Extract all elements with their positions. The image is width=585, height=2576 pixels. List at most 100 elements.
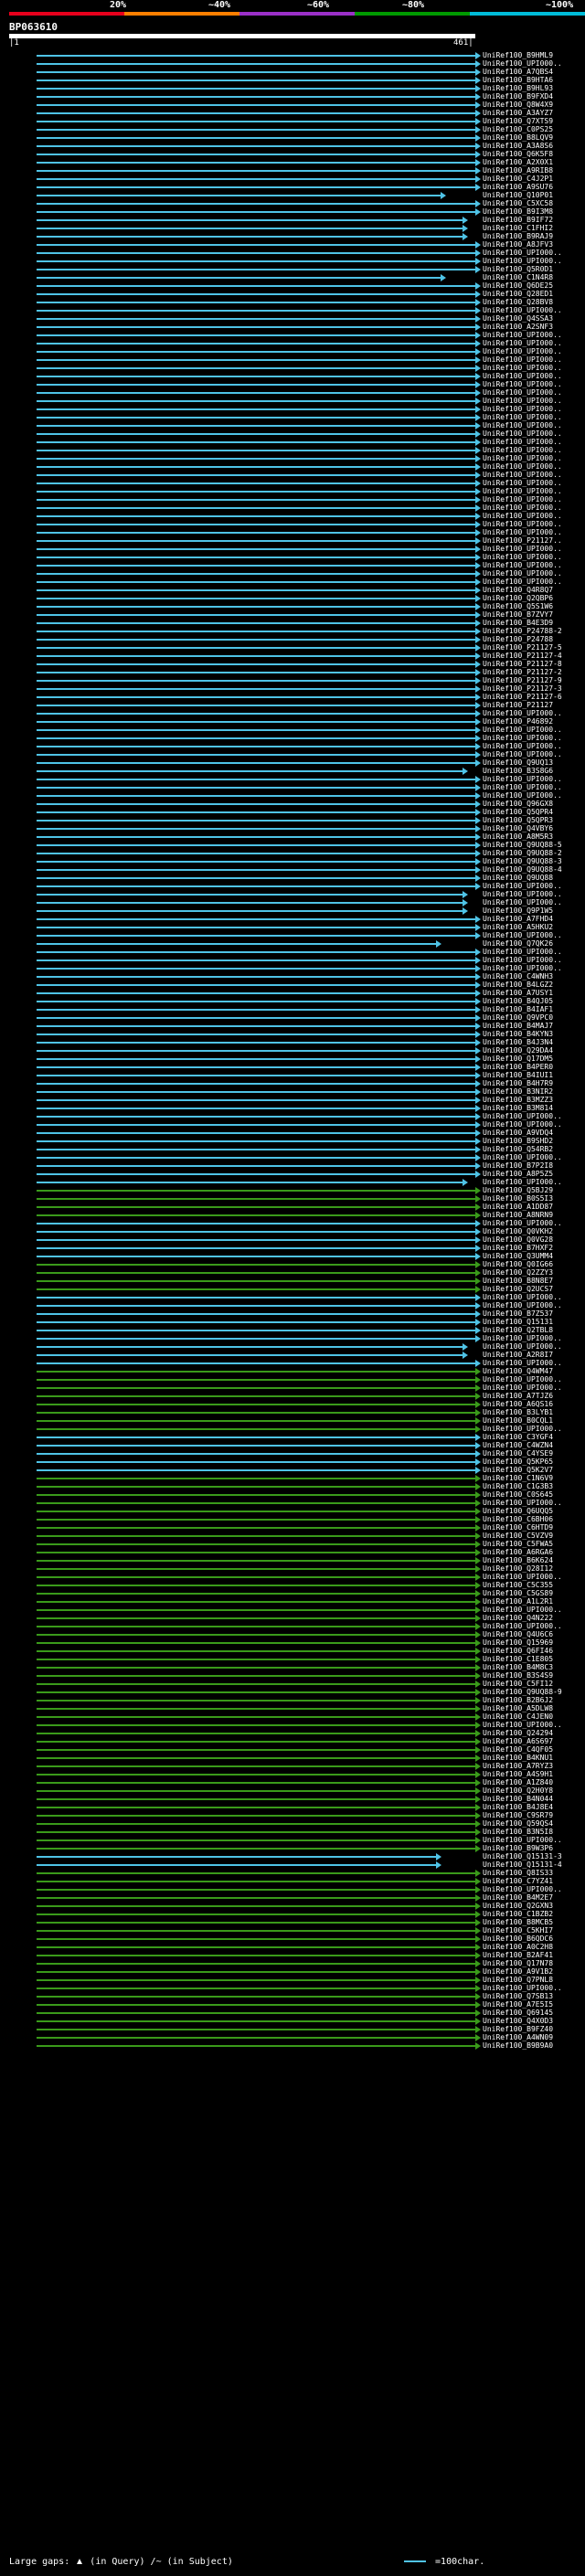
hit-row[interactable]: UniRef100_UPI000.. [0, 561, 585, 569]
hit-line[interactable] [37, 1338, 475, 1340]
hit-row[interactable]: UniRef100_C1N6V9 [0, 1474, 585, 1482]
hit-row[interactable]: UniRef100_Q4X0D3 [0, 2017, 585, 2025]
hit-row[interactable]: UniRef100_UPI000.. [0, 750, 585, 758]
hit-line[interactable] [37, 1157, 475, 1159]
hit-line[interactable] [37, 524, 475, 525]
hit-label[interactable]: UniRef100_Q5R0D1 [483, 265, 585, 273]
hit-label[interactable]: UniRef100_P21127 [483, 701, 585, 709]
hit-row[interactable]: UniRef100_Q6FI46 [0, 1647, 585, 1655]
hit-row[interactable]: UniRef100_B9B9A0 [0, 2041, 585, 2050]
hit-label[interactable]: UniRef100_B2B6J2 [483, 1696, 585, 1704]
hit-line[interactable] [37, 713, 475, 715]
hit-line[interactable] [37, 811, 475, 813]
hit-line[interactable] [37, 1239, 475, 1241]
hit-row[interactable]: UniRef100_B3M814 [0, 1104, 585, 1112]
hit-row[interactable]: UniRef100_UPI000.. [0, 578, 585, 586]
hit-label[interactable]: UniRef100_B4IAF1 [483, 1005, 585, 1013]
hit-row[interactable]: UniRef100_Q9UQ88-9 [0, 1688, 585, 1696]
hit-line[interactable] [37, 458, 475, 460]
hit-line[interactable] [37, 310, 475, 312]
hit-row[interactable]: UniRef100_Q5BJ29 [0, 1186, 585, 1194]
hit-row[interactable]: UniRef100_Q96GX8 [0, 800, 585, 808]
hit-row[interactable]: UniRef100_P21127-3 [0, 684, 585, 693]
hit-label[interactable]: UniRef100_UPI000.. [483, 487, 585, 495]
hit-line[interactable] [37, 1733, 475, 1734]
hit-row[interactable]: UniRef100_UPI000.. [0, 446, 585, 454]
hit-label[interactable]: UniRef100_UPI000.. [483, 438, 585, 446]
hit-line[interactable] [37, 441, 475, 443]
hit-row[interactable]: UniRef100_P21127-8 [0, 660, 585, 668]
hit-line[interactable] [37, 935, 475, 937]
hit-row[interactable]: UniRef100_Q54RB2 [0, 1145, 585, 1153]
hit-line[interactable] [37, 162, 475, 164]
hit-line[interactable] [37, 828, 475, 830]
hit-line[interactable] [37, 1560, 475, 1562]
hit-label[interactable]: UniRef100_C9SR79 [483, 1811, 585, 1819]
hit-label[interactable]: UniRef100_UPI000.. [483, 446, 585, 454]
hit-line[interactable] [37, 137, 475, 139]
hit-line[interactable] [37, 343, 475, 345]
hit-label[interactable]: UniRef100_UPI000.. [483, 750, 585, 758]
hit-row[interactable]: UniRef100_A7RYZ3 [0, 1762, 585, 1770]
hit-line[interactable] [37, 1609, 475, 1611]
hit-row[interactable]: UniRef100_Q10P01 [0, 191, 585, 199]
hit-line[interactable] [37, 417, 475, 419]
hit-line[interactable] [37, 1700, 475, 1701]
hit-line[interactable] [37, 1930, 475, 1932]
hit-row[interactable]: UniRef100_C0S645 [0, 1490, 585, 1499]
hit-label[interactable]: UniRef100_UPI000.. [483, 898, 585, 906]
hit-line[interactable] [37, 663, 475, 665]
hit-label[interactable]: UniRef100_Q2QBP6 [483, 594, 585, 602]
hit-label[interactable]: UniRef100_P21127-6 [483, 693, 585, 701]
hit-label[interactable]: UniRef100_A9VDQ4 [483, 1129, 585, 1137]
hit-row[interactable]: UniRef100_C6HTD9 [0, 1523, 585, 1532]
hit-label[interactable]: UniRef100_Q28ED1 [483, 290, 585, 298]
hit-line[interactable] [37, 1724, 475, 1726]
hit-row[interactable]: UniRef100_Q5KP65 [0, 1458, 585, 1466]
hit-line[interactable] [37, 746, 475, 747]
hit-label[interactable]: UniRef100_B3LYB1 [483, 1408, 585, 1416]
hit-label[interactable]: UniRef100_Q2ZZY3 [483, 1268, 585, 1277]
hit-line[interactable] [37, 474, 475, 476]
hit-row[interactable]: UniRef100_P24788 [0, 635, 585, 643]
hit-row[interactable]: UniRef100_UPI000.. [0, 545, 585, 553]
hit-line[interactable] [37, 236, 463, 238]
hit-label[interactable]: UniRef100_A4WN09 [483, 2033, 585, 2041]
hit-row[interactable]: UniRef100_UPI000.. [0, 306, 585, 314]
hit-line[interactable] [37, 1552, 475, 1553]
hit-label[interactable]: UniRef100_UPI000.. [483, 471, 585, 479]
hit-label[interactable]: UniRef100_B4IUI1 [483, 1071, 585, 1079]
hit-line[interactable] [37, 1905, 475, 1907]
hit-line[interactable] [37, 1716, 475, 1718]
hit-row[interactable]: UniRef100_UPI000.. [0, 1622, 585, 1630]
hit-line[interactable] [37, 918, 475, 920]
hit-label[interactable]: UniRef100_P46892 [483, 717, 585, 726]
hit-label[interactable]: UniRef100_UPI000.. [483, 331, 585, 339]
hit-line[interactable] [37, 992, 475, 994]
hit-row[interactable]: UniRef100_C1FHI2 [0, 224, 585, 232]
hit-label[interactable]: UniRef100_B9I3M8 [483, 207, 585, 216]
hit-line[interactable] [37, 384, 475, 386]
hit-line[interactable] [37, 425, 475, 427]
hit-label[interactable]: UniRef100_UPI000.. [483, 1425, 585, 1433]
hit-row[interactable]: UniRef100_Q9UQ88 [0, 874, 585, 882]
hit-label[interactable]: UniRef100_B3M814 [483, 1104, 585, 1112]
hit-label[interactable]: UniRef100_B9RAJ9 [483, 232, 585, 240]
hit-label[interactable]: UniRef100_C1BZB2 [483, 1910, 585, 1918]
hit-label[interactable]: UniRef100_A6S697 [483, 1737, 585, 1745]
hit-label[interactable]: UniRef100_UPI000.. [483, 578, 585, 586]
hit-line[interactable] [37, 129, 475, 131]
hit-label[interactable]: UniRef100_UPI000.. [483, 1178, 585, 1186]
hit-label[interactable]: UniRef100_A9V1B2 [483, 1967, 585, 1976]
hit-row[interactable]: UniRef100_P24788-2 [0, 627, 585, 635]
hit-row[interactable]: UniRef100_A4WN09 [0, 2033, 585, 2041]
hit-label[interactable]: UniRef100_B4H7R9 [483, 1079, 585, 1087]
hit-row[interactable]: UniRef100_B4M2E7 [0, 1893, 585, 1902]
hit-label[interactable]: UniRef100_UPI000.. [483, 59, 585, 68]
hit-row[interactable]: UniRef100_Q15131 [0, 1318, 585, 1326]
hit-row[interactable]: UniRef100_Q17N78 [0, 1959, 585, 1967]
hit-line[interactable] [37, 1478, 475, 1479]
hit-label[interactable]: UniRef100_Q54RB2 [483, 1145, 585, 1153]
hit-label[interactable]: UniRef100_UPI000.. [483, 520, 585, 528]
hit-line[interactable] [37, 219, 463, 221]
